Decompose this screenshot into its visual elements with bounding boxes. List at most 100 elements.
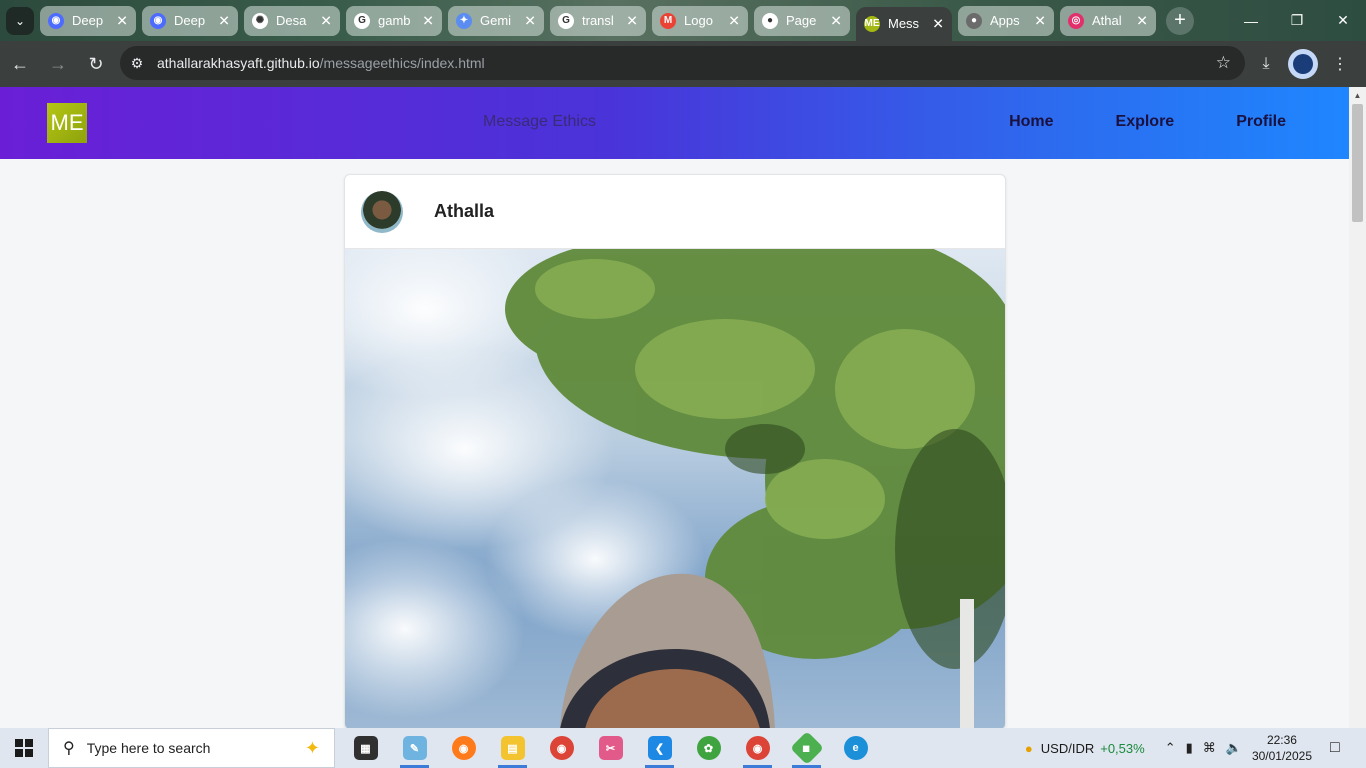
url-text: athallarakhasyaft.github.io/messageethic… xyxy=(157,55,485,71)
wifi-icon[interactable]: ⌘ xyxy=(1203,740,1216,756)
url-host: athallarakhasyaft.github.io xyxy=(157,55,320,71)
tab-title: transl xyxy=(582,13,614,28)
taskbar-app-edge[interactable]: e xyxy=(831,728,880,768)
browser-tab-bar: ⌄ ◉ Deep ✕ ◉ Deep ✕ ✺ Desa ✕ Ggamb ✕ ✦ Gemi ✕ Gtransl ✕… xyxy=(0,0,1366,41)
taskbar-app-vscode[interactable]: ❮ xyxy=(635,728,684,768)
windows-taskbar: ⚲ Type here to search ✦ ▦ ✎ ◉ ▤ ◉ ✂ ❮ ✿ … xyxy=(0,728,1366,768)
tab-favicon-icon: ◉ xyxy=(150,12,166,29)
nav-explore-link[interactable]: Explore xyxy=(1116,113,1175,131)
nav-home-link[interactable]: Home xyxy=(1009,113,1053,131)
tab-close-icon[interactable]: ✕ xyxy=(218,12,230,29)
forward-button[interactable]: → xyxy=(40,46,76,82)
currency-icon: ● xyxy=(1024,740,1033,756)
address-bar[interactable]: ⚙ athallarakhasyaft.github.io/messageeth… xyxy=(120,46,1245,80)
tab-close-icon[interactable]: ✕ xyxy=(524,12,536,29)
taskbar-app-snipping-tool[interactable]: ✂ xyxy=(586,728,635,768)
site-nav: Home Explore Profile xyxy=(947,113,1286,131)
author-avatar[interactable] xyxy=(361,190,403,233)
taskbar-app-chrome-active[interactable]: ◉ xyxy=(733,728,782,768)
site-info-icon[interactable]: ⚙ xyxy=(120,55,154,72)
edge-icon: e xyxy=(843,736,868,760)
page-viewport: ME Message Ethics Home Explore Profile A… xyxy=(0,87,1349,728)
taskbar-app-leaf[interactable]: ✿ xyxy=(684,728,733,768)
browser-tab[interactable]: ● Apps ✕ xyxy=(958,5,1054,36)
download-icon[interactable]: ⤓ xyxy=(1248,46,1284,82)
bookmark-star-icon[interactable]: ☆ xyxy=(1216,53,1231,73)
browser-tab[interactable]: M Logo ✕ xyxy=(652,5,748,36)
profile-icon xyxy=(1293,54,1313,74)
scroll-up-arrow-icon[interactable]: ▲ xyxy=(1349,87,1366,104)
tab-close-icon[interactable]: ✕ xyxy=(422,12,434,29)
tab-title: Logo xyxy=(684,13,713,28)
reload-button[interactable]: ↻ xyxy=(78,46,114,82)
tab-title: Page xyxy=(786,13,817,28)
browser-tab[interactable]: Ggamb ✕ xyxy=(346,5,442,36)
browser-toolbar: ← → ↻ ⚙ athallarakhasyaft.github.io/mess… xyxy=(0,41,1366,87)
taskbar-search-box[interactable]: ⚲ Type here to search ✦ xyxy=(48,728,335,768)
tab-close-icon[interactable]: ✕ xyxy=(932,15,944,32)
currency-widget[interactable]: ● USD/IDR +0,53% xyxy=(1025,741,1145,756)
tab-close-icon[interactable]: ✕ xyxy=(116,12,128,29)
browser-tab[interactable]: ◉ Deep ✕ xyxy=(40,5,136,36)
taskbar-app-chrome[interactable]: ◉ xyxy=(537,728,586,768)
page-scrollbar[interactable]: ▲ xyxy=(1349,87,1366,728)
taskbar-app-firefox[interactable]: ◉ xyxy=(439,728,488,768)
show-hidden-icons-chevron-icon[interactable]: ⌃ xyxy=(1165,740,1176,756)
vscode-icon: ❮ xyxy=(647,736,672,760)
tab-close-icon[interactable]: ✕ xyxy=(320,12,332,29)
close-window-button[interactable]: ✕ xyxy=(1320,0,1366,41)
battery-icon[interactable]: ▮ xyxy=(1186,740,1193,756)
tab-title: gamb xyxy=(378,13,411,28)
author-name[interactable]: Athalla xyxy=(434,201,494,222)
clock[interactable]: 22:36 30/01/2025 xyxy=(1252,732,1312,764)
tab-strip: ◉ Deep ✕ ◉ Deep ✕ ✺ Desa ✕ Ggamb ✕ ✦ Gemi ✕ Gtransl ✕ M L… xyxy=(40,1,1162,41)
copilot-sparkle-icon[interactable]: ✦ xyxy=(305,738,320,759)
tab-title: Gemi xyxy=(480,13,512,28)
minimize-button[interactable]: — xyxy=(1228,0,1274,41)
browser-tab[interactable]: ✺ Desa ✕ xyxy=(244,5,340,36)
browser-tab[interactable]: Gtransl ✕ xyxy=(550,5,646,36)
taskbar-app-file-explorer[interactable]: ▤ xyxy=(488,728,537,768)
taskbar-app-notepad[interactable]: ✎ xyxy=(390,728,439,768)
new-tab-button[interactable]: + xyxy=(1166,6,1194,35)
tab-title: Athal xyxy=(1092,13,1122,28)
tab-close-icon[interactable]: ✕ xyxy=(1034,12,1046,29)
back-button[interactable]: ← xyxy=(2,46,38,82)
restore-button[interactable]: ❐ xyxy=(1274,0,1320,41)
taskbar-app-git[interactable]: ◆ xyxy=(782,728,831,768)
tab-title: Apps xyxy=(990,13,1020,28)
firefox-icon: ◉ xyxy=(451,736,476,760)
notifications-icon[interactable]: □ xyxy=(1330,739,1354,757)
nav-profile-link[interactable]: Profile xyxy=(1236,113,1286,131)
windows-logo-icon xyxy=(15,739,33,757)
browser-tab[interactable]: ME Mess ✕ xyxy=(856,6,952,41)
tab-title: Mess xyxy=(888,16,920,31)
git-icon: ◆ xyxy=(789,731,824,765)
start-button[interactable] xyxy=(0,728,48,768)
browser-tab[interactable]: ◎ Athal ✕ xyxy=(1060,5,1156,36)
clock-date: 30/01/2025 xyxy=(1251,749,1312,763)
tab-close-icon[interactable]: ✕ xyxy=(728,12,740,29)
scroll-thumb[interactable] xyxy=(1352,104,1363,222)
menu-kebab-icon[interactable]: ⋮ xyxy=(1322,46,1358,82)
tab-favicon-icon: ✦ xyxy=(456,12,472,29)
task-view-icon: ▦ xyxy=(353,736,378,760)
site-logo[interactable]: ME xyxy=(47,103,87,143)
browser-tab[interactable]: ◉ Deep ✕ xyxy=(142,5,238,36)
tab-search-button[interactable]: ⌄ xyxy=(6,6,34,35)
tab-close-icon[interactable]: ✕ xyxy=(1136,12,1148,29)
browser-tab[interactable]: ● Page ✕ xyxy=(754,5,850,36)
notepad-icon: ✎ xyxy=(402,736,427,760)
toolbar-actions: ⤓ ⋮ xyxy=(1248,46,1358,82)
tab-title: Desa xyxy=(276,13,307,28)
tab-favicon-icon: G xyxy=(354,12,370,29)
post-photo-image xyxy=(345,249,1005,728)
task-view-button[interactable]: ▦ xyxy=(341,728,390,768)
browser-tab[interactable]: ✦ Gemi ✕ xyxy=(448,5,544,36)
volume-icon[interactable]: 🔈 xyxy=(1226,740,1242,756)
tab-close-icon[interactable]: ✕ xyxy=(830,12,842,29)
post-card: Athalla xyxy=(344,174,1006,728)
site-title: Message Ethics xyxy=(483,113,596,130)
profile-avatar-button[interactable] xyxy=(1288,49,1318,79)
tab-close-icon[interactable]: ✕ xyxy=(626,12,638,29)
